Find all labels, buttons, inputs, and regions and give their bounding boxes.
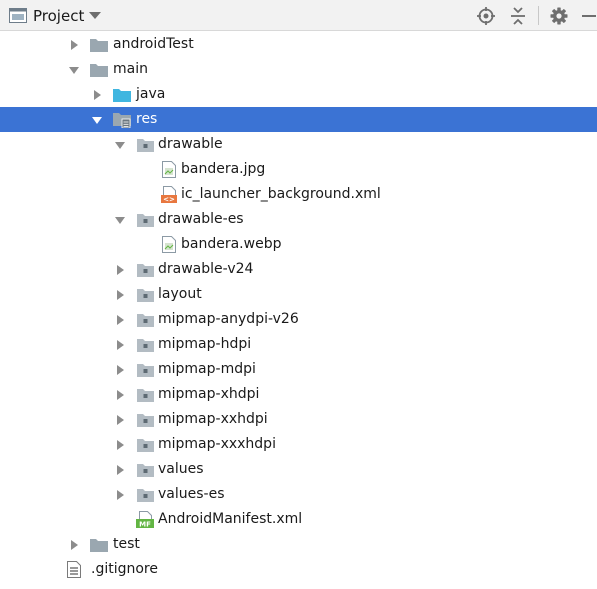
tree-row-layout[interactable]: layout — [0, 282, 597, 307]
tree-item-label: .gitignore — [91, 561, 158, 577]
package-folder-icon — [135, 282, 155, 307]
tree-item-label: main — [113, 61, 148, 77]
folder-icon — [89, 57, 109, 82]
tree-row-mipmap-mdpi[interactable]: mipmap-mdpi — [0, 357, 597, 382]
collapsed-arrow-icon[interactable] — [114, 482, 126, 507]
tree-item-label: drawable-es — [158, 211, 244, 227]
tree-row-drawable[interactable]: drawable — [0, 132, 597, 157]
tree-row-drawable-v24[interactable]: drawable-v24 — [0, 257, 597, 282]
tree-item-label: values-es — [158, 486, 225, 502]
svg-text:<>: <> — [163, 196, 175, 204]
collapsed-arrow-icon[interactable] — [114, 382, 126, 407]
tree-row-androidmanifest-xml[interactable]: MF AndroidManifest.xml — [0, 507, 597, 532]
image-file-icon — [159, 232, 179, 257]
collapsed-arrow-icon[interactable] — [114, 282, 126, 307]
package-folder-icon — [135, 457, 155, 482]
tree-item-label: java — [136, 86, 166, 102]
locate-icon[interactable] — [475, 5, 497, 27]
tree-row-mipmap-xxxhdpi[interactable]: mipmap-xxxhdpi — [0, 432, 597, 457]
tree-item-label: layout — [158, 286, 202, 302]
tree-item-label: mipmap-xhdpi — [158, 386, 260, 402]
tree-item-label: res — [136, 111, 158, 127]
project-toolbar: Project — [0, 0, 597, 31]
tree-item-label: mipmap-mdpi — [158, 361, 256, 377]
package-folder-icon — [135, 482, 155, 507]
toolbar-divider — [538, 6, 539, 25]
tree-row-bandera-jpg[interactable]: bandera.jpg — [0, 157, 597, 182]
tree-item-label: drawable — [158, 136, 223, 152]
tree-row-mipmap-xhdpi[interactable]: mipmap-xhdpi — [0, 382, 597, 407]
folder-icon — [89, 32, 109, 57]
tree-row-mipmap-anydpi-v26[interactable]: mipmap-anydpi-v26 — [0, 307, 597, 332]
collapsed-arrow-icon[interactable] — [114, 407, 126, 432]
tree-row-bandera-webp[interactable]: bandera.webp — [0, 232, 597, 257]
tree-item-label: mipmap-hdpi — [158, 336, 252, 352]
tree-row-test[interactable]: test — [0, 532, 597, 557]
tree-item-label: values — [158, 461, 204, 477]
collapsed-arrow-icon[interactable] — [114, 257, 126, 282]
project-window-icon — [9, 8, 27, 23]
expanded-arrow-icon[interactable] — [114, 132, 126, 157]
tree-row-drawable-es[interactable]: drawable-es — [0, 207, 597, 232]
collapsed-arrow-icon[interactable] — [68, 32, 80, 57]
tree-row-java[interactable]: java — [0, 82, 597, 107]
package-folder-icon — [135, 207, 155, 232]
tree-row-gitignore[interactable]: .gitignore — [0, 557, 597, 582]
package-folder-icon — [135, 357, 155, 382]
package-folder-icon — [135, 432, 155, 457]
svg-text:MF: MF — [139, 520, 151, 528]
expanded-arrow-icon[interactable] — [114, 207, 126, 232]
tree-item-label: AndroidManifest.xml — [158, 511, 303, 527]
text-file-icon — [64, 557, 84, 582]
collapse-all-icon[interactable] — [507, 5, 529, 27]
tree-item-label: drawable-v24 — [158, 261, 254, 277]
tree-item-label: bandera.webp — [181, 236, 282, 252]
collapsed-arrow-icon[interactable] — [114, 332, 126, 357]
collapsed-arrow-icon[interactable] — [68, 532, 80, 557]
tree-item-label: test — [113, 536, 140, 552]
tree-row-res[interactable]: res — [0, 107, 597, 132]
minimize-icon[interactable] — [580, 5, 597, 27]
tree-row-androidtest[interactable]: androidTest — [0, 32, 597, 57]
tree-item-label: mipmap-xxhdpi — [158, 411, 268, 427]
package-folder-icon — [135, 407, 155, 432]
gear-icon[interactable] — [548, 5, 570, 27]
package-folder-icon — [135, 307, 155, 332]
tree-row-values[interactable]: values — [0, 457, 597, 482]
tree-row-ic-launcher-background-xml[interactable]: <> ic_launcher_background.xml — [0, 182, 597, 207]
package-folder-icon — [135, 132, 155, 157]
tree-item-label: ic_launcher_background.xml — [181, 186, 381, 202]
xml-file-icon: <> — [159, 182, 179, 207]
tree-item-label: mipmap-anydpi-v26 — [158, 311, 299, 327]
tree-row-values-es[interactable]: values-es — [0, 482, 597, 507]
tree-item-label: mipmap-xxxhdpi — [158, 436, 276, 452]
tree-item-label: bandera.jpg — [181, 161, 266, 177]
expanded-arrow-icon[interactable] — [91, 107, 103, 132]
folder-icon — [89, 532, 109, 557]
resource-folder-icon — [112, 107, 132, 132]
tree-row-mipmap-xxhdpi[interactable]: mipmap-xxhdpi — [0, 407, 597, 432]
collapsed-arrow-icon[interactable] — [114, 307, 126, 332]
tree-row-mipmap-hdpi[interactable]: mipmap-hdpi — [0, 332, 597, 357]
tree-item-label: androidTest — [113, 36, 194, 52]
collapsed-arrow-icon[interactable] — [114, 357, 126, 382]
image-file-icon — [159, 157, 179, 182]
package-folder-icon — [135, 257, 155, 282]
project-view-selector[interactable]: Project — [0, 0, 112, 31]
collapsed-arrow-icon[interactable] — [91, 82, 103, 107]
tree-row-main[interactable]: main — [0, 57, 597, 82]
package-folder-icon — [135, 382, 155, 407]
package-folder-icon — [135, 332, 155, 357]
source-folder-icon — [112, 82, 132, 107]
chevron-down-icon[interactable] — [88, 11, 102, 21]
collapsed-arrow-icon[interactable] — [114, 457, 126, 482]
project-view-title: Project — [33, 6, 85, 25]
manifest-file-icon: MF — [135, 507, 155, 532]
collapsed-arrow-icon[interactable] — [114, 432, 126, 457]
expanded-arrow-icon[interactable] — [68, 57, 80, 82]
project-tree: androidTest main java res drawable bandera.jp… — [0, 32, 597, 582]
